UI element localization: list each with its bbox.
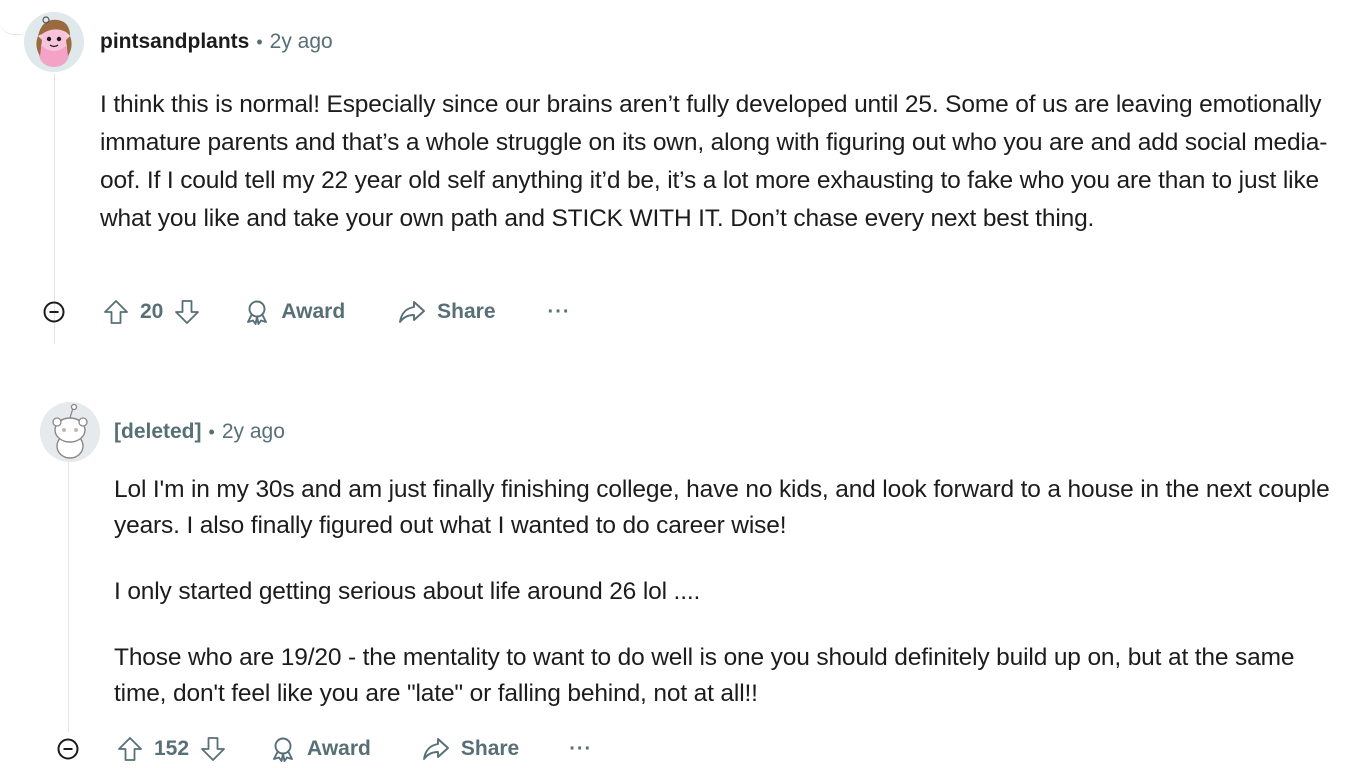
more-options-icon: ··· [569,737,593,760]
vote-controls: 152 [116,735,227,763]
award-label: Award [307,737,371,760]
author-username[interactable]: [deleted] [114,420,202,444]
award-icon [243,298,271,326]
more-options-icon: ··· [547,300,571,323]
downvote-arrow-icon[interactable] [199,735,227,763]
share-button[interactable]: Share [421,735,519,763]
comment: [deleted] • 2y ago Lol I'm in my 30s and… [0,380,1366,768]
author-username[interactable]: pintsandplants [100,30,249,54]
comment-paragraph: I only started getting serious about lif… [114,578,701,605]
snoo-avatar-icon [40,402,100,462]
award-label: Award [281,300,346,323]
collapse-icon [57,738,79,760]
more-options-button[interactable]: ··· [569,738,592,761]
comment-paragraph: Lol I'm in my 30s and am just finally fi… [114,476,1330,539]
comment-actions: 20 Award Share ··· [102,294,571,330]
vote-count: 20 [140,300,164,323]
comment-thread: pintsandplants • 2y ago I think this is … [0,0,1366,768]
comment: pintsandplants • 2y ago I think this is … [0,0,1366,360]
share-icon [421,735,451,763]
vote-count: 152 [154,737,190,760]
collapse-icon [43,301,65,323]
meta-separator: • [208,422,215,442]
comment-body: I think this is normal! Especially since… [100,86,1350,238]
comment-timestamp[interactable]: 2y ago [222,420,285,444]
upvote-arrow-icon[interactable] [102,298,130,326]
avatar[interactable] [40,402,100,462]
downvote-arrow-icon[interactable] [173,298,201,326]
comment-body: Lol I'm in my 30s and am just finally fi… [114,472,1344,712]
award-button[interactable]: Award [269,735,371,763]
avatar[interactable] [24,12,84,72]
comment-actions: 152 Award Share ··· [116,731,592,767]
award-icon [269,735,297,763]
vote-controls: 20 [102,298,201,326]
share-icon [397,298,427,326]
comment-timestamp[interactable]: 2y ago [270,30,333,54]
meta-separator: • [256,32,263,52]
comment-meta: pintsandplants • 2y ago [100,30,333,54]
comment-paragraph: Those who are 19/20 - the mentality to w… [114,644,1295,707]
upvote-arrow-icon[interactable] [116,735,144,763]
comment-meta: [deleted] • 2y ago [114,420,285,444]
collapse-button[interactable] [43,301,65,323]
more-options-button[interactable]: ··· [548,301,571,324]
collapse-button[interactable] [57,738,79,760]
share-label: Share [460,737,520,760]
award-button[interactable]: Award [243,298,345,326]
share-label: Share [437,300,496,323]
snoo-avatar-icon [24,12,84,72]
comment-paragraph: I think this is normal! Especially since… [100,91,1328,232]
share-button[interactable]: Share [397,298,496,326]
